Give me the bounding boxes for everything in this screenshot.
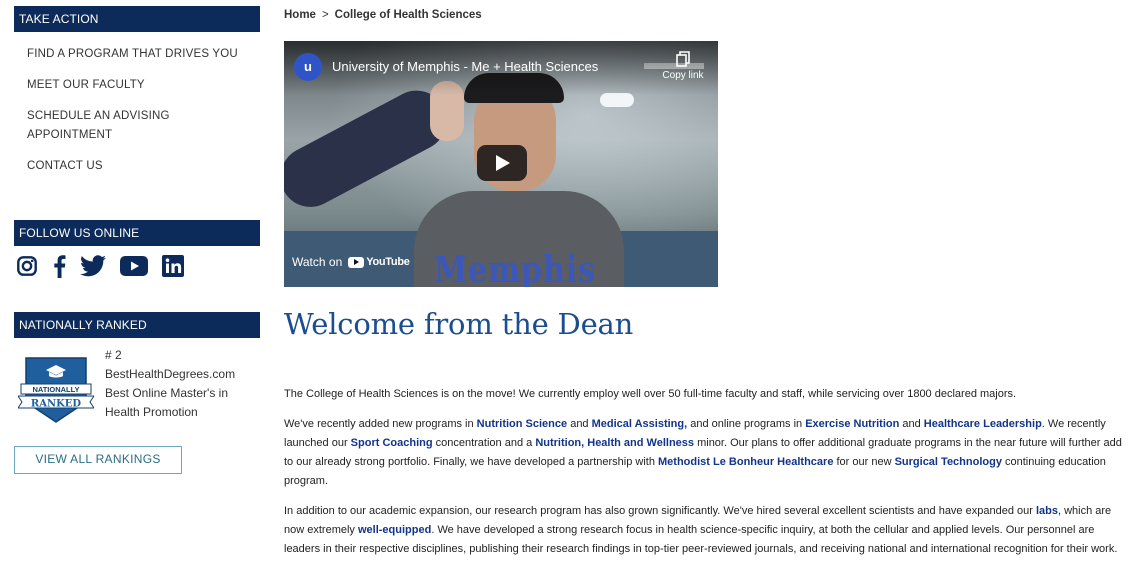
youtube-logo-icon: YouTube [348, 256, 410, 268]
ranked-section: NATIONALLY RANKED NATIONALLY RANKED # 2 … [14, 312, 260, 474]
twitter-icon[interactable] [80, 255, 106, 277]
methodist-le-bonheur-link[interactable]: Methodist Le Bonheur Healthcare [658, 456, 833, 468]
paragraph-1: The College of Health Sciences is on the… [284, 388, 1017, 400]
copy-icon [676, 51, 690, 67]
contact-link[interactable]: CONTACT US [27, 160, 103, 172]
dean-message: The College of Health Sciences is on the… [284, 385, 1124, 559]
watch-on-youtube-link[interactable]: Watch on YouTube [292, 255, 410, 269]
paragraph-2: We've recently added new programs in Nut… [284, 415, 1124, 491]
rank-number: # 2 [105, 348, 122, 362]
video-ceiling-light [600, 93, 634, 107]
copy-link-label: Copy link [662, 70, 704, 81]
watch-on-label: Watch on [292, 255, 343, 269]
video-player[interactable]: Memphis u University of Memphis - Me + H… [284, 41, 718, 287]
linkedin-icon[interactable] [162, 255, 184, 277]
meet-faculty-link[interactable]: MEET OUR FACULTY [27, 79, 145, 91]
well-equipped-link[interactable]: well-equipped [358, 524, 431, 536]
healthcare-leadership-link[interactable]: Healthcare Leadership [924, 418, 1042, 430]
medical-assisting-link[interactable]: Medical Assisting, [592, 418, 688, 430]
labs-link[interactable]: labs [1036, 505, 1058, 517]
facebook-icon[interactable] [52, 254, 66, 278]
surgical-technology-link[interactable]: Surgical Technology [895, 456, 1002, 468]
view-all-rankings-button[interactable]: VIEW ALL RANKINGS [14, 446, 182, 474]
badge-line2: RANKED [31, 399, 82, 410]
p2-text-8: for our new [833, 456, 895, 468]
nationally-ranked-badge-icon: NATIONALLY RANKED [18, 357, 94, 423]
nutrition-health-wellness-link[interactable]: Nutrition, Health and Wellness [535, 437, 694, 449]
badge-line1: NATIONALLY [32, 385, 79, 394]
breadcrumb-separator: > [321, 9, 329, 21]
sidebar-item-contact[interactable]: CONTACT US [27, 157, 260, 176]
channel-avatar[interactable]: u [294, 53, 322, 81]
p2-text-3: and online programs in [687, 418, 806, 430]
main-content: Home > College of Health Sciences Memphis … [284, 0, 1124, 570]
youtube-logo-text: YouTube [366, 256, 410, 268]
breadcrumb-current: College of Health Sciences [334, 9, 482, 21]
exercise-nutrition-link[interactable]: Exercise Nutrition [805, 418, 899, 430]
copy-link-button[interactable]: Copy link [658, 51, 708, 81]
rank-description: Best Online Master's in Health Promotion [105, 386, 229, 419]
p2-text-4: and [899, 418, 924, 430]
find-program-link[interactable]: FIND A PROGRAM THAT DRIVES YOU [27, 48, 238, 60]
p2-text-6: concentration and a [432, 437, 536, 449]
video-shirt-text: Memphis [434, 249, 597, 288]
sidebar-item-schedule-advising[interactable]: SCHEDULE AN ADVISING APPOINTMENT [27, 107, 187, 145]
sidebar: TAKE ACTION FIND A PROGRAM THAT DRIVES Y… [14, 6, 260, 474]
breadcrumb-home-link[interactable]: Home [284, 9, 316, 21]
ranking-text: # 2 BestHealthDegrees.com Best Online Ma… [105, 346, 239, 424]
ranked-heading: NATIONALLY RANKED [14, 312, 260, 338]
instagram-icon[interactable] [16, 255, 38, 277]
nutrition-science-link[interactable]: Nutrition Science [477, 418, 567, 430]
social-icons [14, 246, 260, 278]
video-title[interactable]: University of Memphis - Me + Health Scie… [332, 59, 598, 74]
ranking-item: NATIONALLY RANKED # 2 BestHealthDegrees.… [14, 338, 260, 424]
sidebar-item-find-program[interactable]: FIND A PROGRAM THAT DRIVES YOU [27, 45, 260, 64]
follow-heading: FOLLOW US ONLINE [14, 220, 260, 246]
follow-section: FOLLOW US ONLINE [14, 220, 260, 278]
take-action-heading: TAKE ACTION [14, 6, 260, 32]
p2-text-2: and [567, 418, 592, 430]
play-button[interactable] [477, 145, 527, 181]
p3-text-1: In addition to our academic expansion, o… [284, 505, 1036, 517]
take-action-list: FIND A PROGRAM THAT DRIVES YOU MEET OUR … [14, 32, 260, 176]
page-title: Welcome from the Dean [284, 307, 634, 341]
paragraph-3: In addition to our academic expansion, o… [284, 502, 1124, 559]
youtube-icon[interactable] [120, 256, 148, 276]
breadcrumb: Home > College of Health Sciences [284, 9, 1124, 21]
sidebar-item-meet-faculty[interactable]: MEET OUR FACULTY [27, 76, 260, 95]
p2-text-1: We've recently added new programs in [284, 418, 477, 430]
schedule-advising-link[interactable]: SCHEDULE AN ADVISING APPOINTMENT [27, 110, 170, 141]
sport-coaching-link[interactable]: Sport Coaching [351, 437, 433, 449]
rank-source: BestHealthDegrees.com [105, 367, 236, 381]
